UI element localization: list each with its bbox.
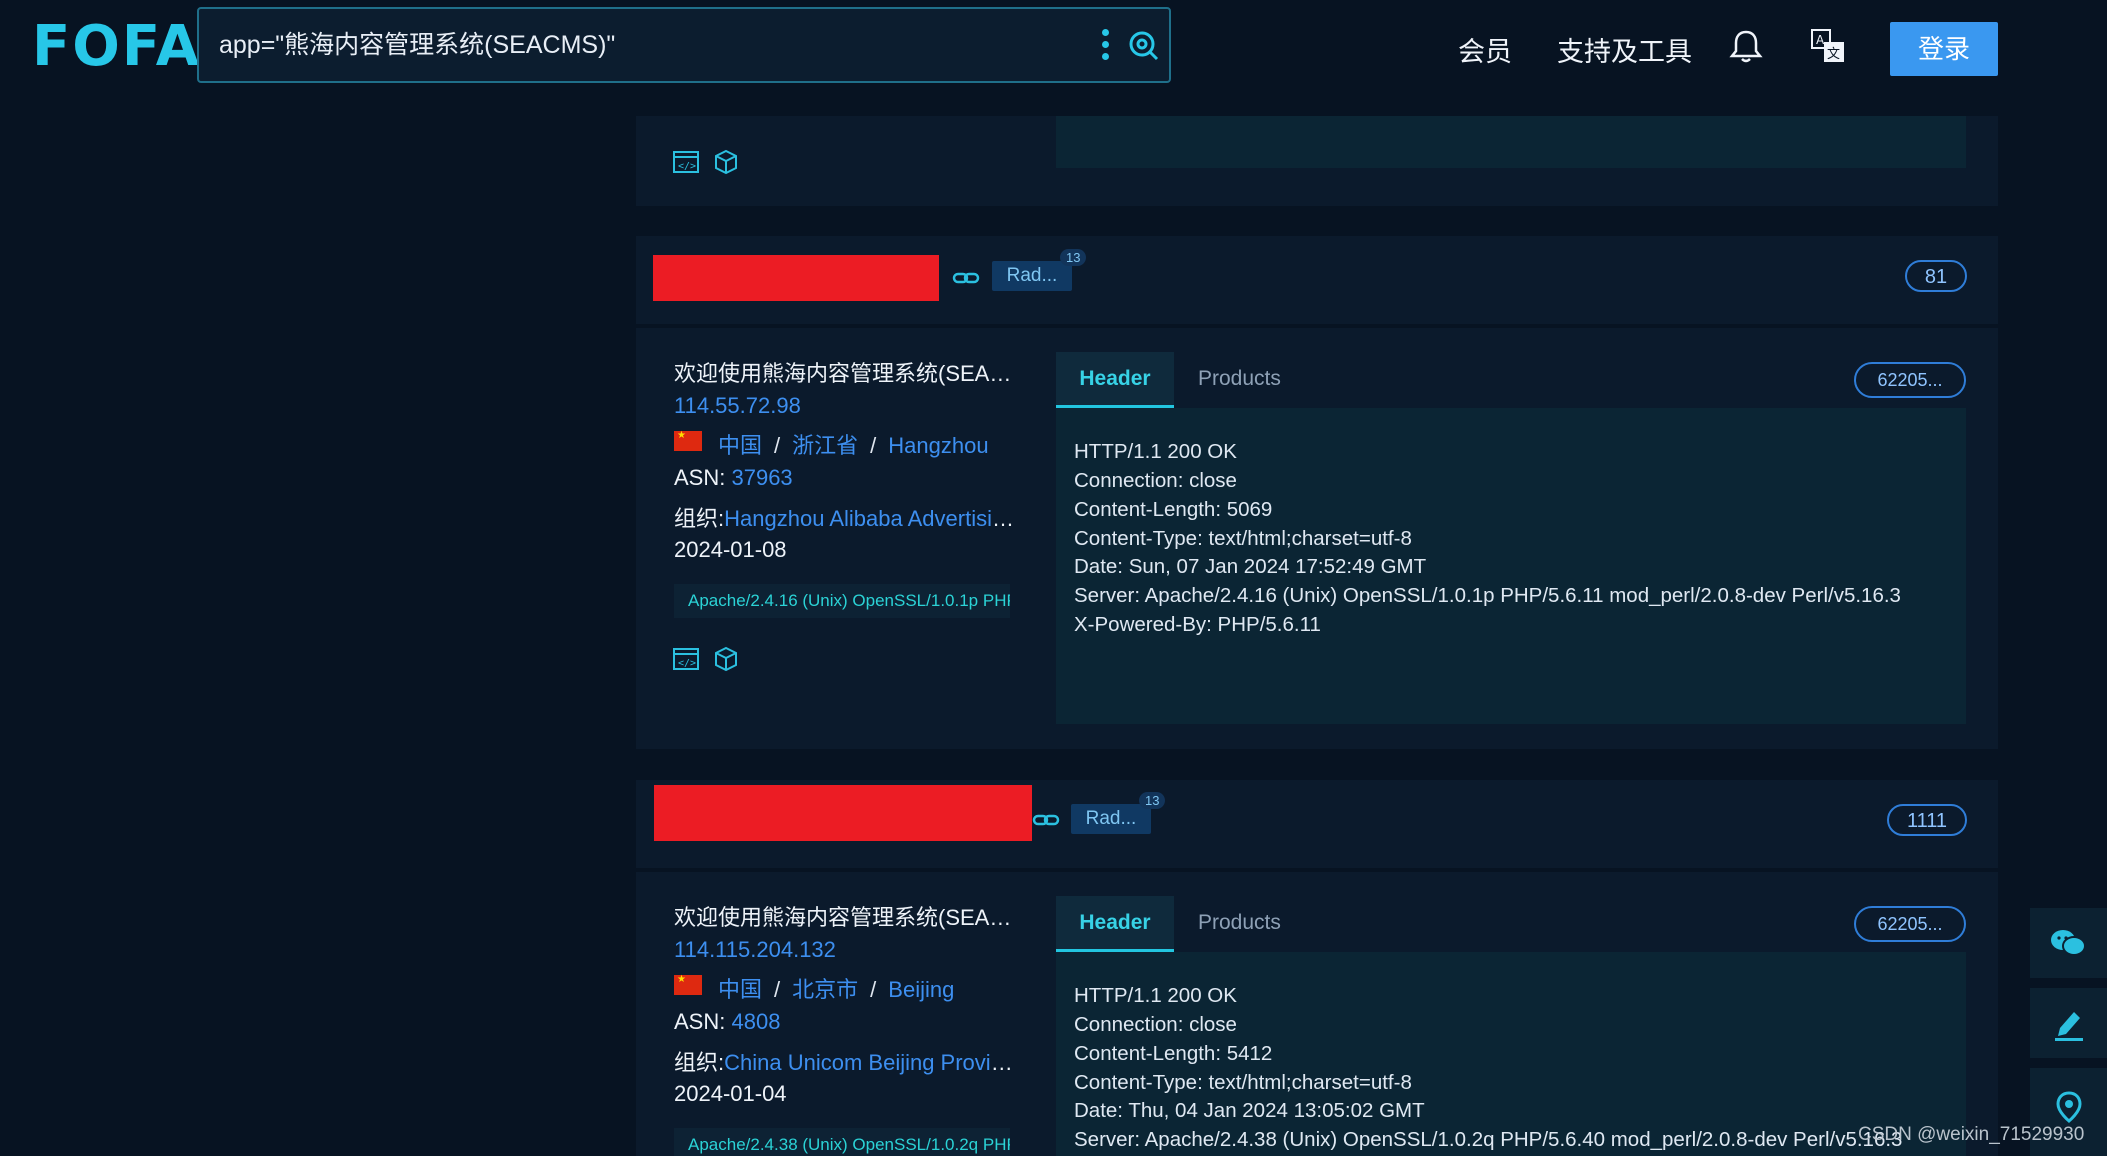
china-flag-icon: [674, 974, 702, 995]
org-link[interactable]: China Unicom Beijing Province Network: [724, 1050, 1014, 1075]
feedback-button[interactable]: [2030, 988, 2107, 1058]
header-line: Server: Apache/2.4.38 (Unix) OpenSSL/1.0…: [1074, 1128, 1903, 1151]
site-title[interactable]: 欢迎使用熊海内容管理系统(SEACMS): [674, 900, 1014, 932]
port-badge[interactable]: 81: [1905, 260, 1967, 292]
product-tag[interactable]: Rad...: [992, 261, 1072, 291]
bell-icon[interactable]: [1729, 28, 1763, 64]
org-label: 组织:: [674, 1050, 725, 1075]
asn-row: ASN: 4808: [674, 1009, 1014, 1035]
link-icon[interactable]: [952, 270, 980, 286]
wechat-button[interactable]: [2030, 908, 2107, 978]
ip-link[interactable]: 114.55.72.98: [674, 393, 801, 419]
header-line: Server: Apache/2.4.16 (Unix) OpenSSL/1.0…: [1074, 584, 1901, 607]
country-link[interactable]: 中国: [718, 977, 762, 1002]
redacted-host: [654, 785, 1032, 841]
link-icon[interactable]: [1032, 812, 1060, 828]
search-box[interactable]: app="熊海内容管理系统(SEACMS)": [197, 7, 1171, 83]
server-tag[interactable]: Apache/2.4.38 (Unix) OpenSSL/1.0.2q PHP/…: [674, 1128, 1010, 1156]
tab-products[interactable]: Products: [1198, 352, 1281, 408]
watermark: CSDN @weixin_71529930: [1858, 1124, 2085, 1145]
province-link[interactable]: 浙江省: [792, 433, 858, 458]
header-line: HTTP/1.1 200 OK: [1074, 440, 1237, 463]
top-bar: FOFA app="熊海内容管理系统(SEACMS)" 会员 支持及工具 A 文…: [0, 0, 2107, 100]
previous-header-panel: [1056, 116, 1966, 168]
tab-header[interactable]: Header: [1056, 896, 1174, 952]
svg-text:</>: </>: [678, 161, 696, 172]
svg-text:</>: </>: [678, 658, 696, 669]
previous-result-card: </>: [636, 116, 1998, 206]
header-line: Date: Sun, 07 Jan 2024 17:52:49 GMT: [1074, 555, 1427, 578]
asn-label: ASN:: [674, 1009, 726, 1034]
city-link[interactable]: Beijing: [888, 977, 954, 1002]
org-row: 组织:Hangzhou Alibaba Advertising Co.,Ltd.: [674, 501, 1014, 533]
server-tag[interactable]: Apache/2.4.16 (Unix) OpenSSL/1.0.1p PHP/…: [674, 584, 1010, 618]
edit-icon: [2055, 1012, 2083, 1041]
update-date: 2024-01-04: [674, 1081, 787, 1106]
map-pin-icon: [2056, 1091, 2082, 1123]
update-date: 2024-01-08: [674, 537, 787, 562]
header-line: Content-Type: text/html;charset=utf-8: [1074, 527, 1412, 550]
hash-badge[interactable]: 62205...: [1854, 906, 1966, 942]
org-link[interactable]: Hangzhou Alibaba Advertising Co.,Ltd.: [724, 506, 1014, 531]
header-line: Content-Length: 5069: [1074, 498, 1273, 521]
site-title[interactable]: 欢迎使用熊海内容管理系统(SEACMS): [674, 356, 1014, 388]
fofa-logo[interactable]: FOFA: [32, 14, 201, 79]
location: 中国 / 浙江省 / Hangzhou: [718, 433, 989, 458]
asn-link[interactable]: 4808: [731, 1009, 780, 1034]
product-tag[interactable]: Rad...: [1071, 804, 1151, 834]
cube-icon[interactable]: [712, 645, 740, 673]
port-badge[interactable]: 1111: [1887, 804, 1967, 836]
result-1-header: Rad... 13 81: [636, 236, 1998, 324]
asn-row: ASN: 37963: [674, 465, 1014, 491]
header-line: Date: Thu, 04 Jan 2024 13:05:02 GMT: [1074, 1099, 1425, 1122]
tab-products[interactable]: Products: [1198, 896, 1281, 952]
header-panel: HTTP/1.1 200 OK Connection: close Conten…: [1056, 408, 1966, 724]
result-1-body: 欢迎使用熊海内容管理系统(SEACMS) 114.55.72.98 中国/浙江省…: [636, 328, 1998, 749]
ip-link[interactable]: 114.115.204.132: [674, 937, 836, 963]
cube-icon[interactable]: [712, 148, 740, 176]
redacted-host: [653, 255, 939, 301]
nav-tools[interactable]: 支持及工具: [1557, 30, 1692, 69]
more-options-icon[interactable]: [1099, 29, 1111, 63]
asn-label: ASN:: [674, 465, 726, 490]
code-view-icon[interactable]: </>: [672, 148, 700, 176]
search-icon[interactable]: [1127, 29, 1159, 61]
nav-member[interactable]: 会员: [1458, 30, 1512, 69]
result-2-header: Rad... 13 1111: [636, 780, 1998, 868]
hash-badge[interactable]: 62205...: [1854, 362, 1966, 398]
header-line: X-Powered-By: PHP/5.6.11: [1074, 613, 1321, 636]
china-flag-icon: [674, 430, 702, 451]
product-tag-count: 13: [1139, 792, 1166, 809]
detail-tabs: Header Products 62205...: [1056, 352, 1966, 408]
header-line: Connection: close: [1074, 1013, 1237, 1036]
header-line: HTTP/1.1 200 OK: [1074, 984, 1237, 1007]
wechat-icon: [2051, 930, 2086, 956]
svg-text:文: 文: [1827, 47, 1840, 62]
page: FOFA app="熊海内容管理系统(SEACMS)" 会员 支持及工具 A 文…: [0, 0, 2107, 1156]
country-link[interactable]: 中国: [718, 433, 762, 458]
product-tag-count: 13: [1060, 249, 1087, 266]
header-line: Content-Length: 5412: [1074, 1042, 1273, 1065]
tab-header[interactable]: Header: [1056, 352, 1174, 408]
org-row: 组织:China Unicom Beijing Province Network: [674, 1045, 1014, 1077]
code-view-icon[interactable]: </>: [672, 645, 700, 673]
search-input[interactable]: app="熊海内容管理系统(SEACMS)": [219, 9, 1059, 81]
header-line: Connection: close: [1074, 469, 1237, 492]
translate-icon[interactable]: A 文: [1810, 28, 1846, 64]
result-2-body: 欢迎使用熊海内容管理系统(SEACMS) 114.115.204.132 中国/…: [636, 872, 1998, 1156]
header-line: Content-Type: text/html;charset=utf-8: [1074, 1071, 1412, 1094]
header-panel: HTTP/1.1 200 OK Connection: close Conten…: [1056, 952, 1966, 1156]
location: 中国 / 北京市 / Beijing: [718, 977, 955, 1002]
detail-tabs: Header Products 62205...: [1056, 896, 1966, 952]
city-link[interactable]: Hangzhou: [888, 433, 988, 458]
svg-text:A: A: [1816, 33, 1825, 47]
province-link[interactable]: 北京市: [792, 977, 858, 1002]
login-button[interactable]: 登录: [1890, 22, 1998, 76]
asn-link[interactable]: 37963: [731, 465, 792, 490]
org-label: 组织:: [674, 506, 725, 531]
